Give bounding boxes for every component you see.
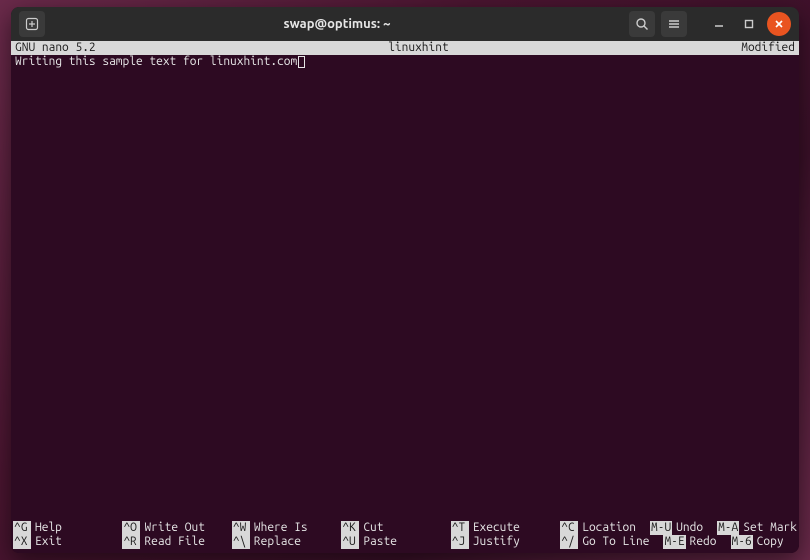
key-meta-u: M-U <box>650 521 672 535</box>
key-meta-a: M-A <box>717 521 739 535</box>
key-ctrl-backslash: ^\ <box>232 535 250 549</box>
text-cursor <box>298 56 305 68</box>
key-ctrl-x: ^X <box>13 535 31 549</box>
key-ctrl-g: ^G <box>13 521 31 535</box>
nano-shortcut-bar: ^GHelp ^OWrite Out ^WWhere Is ^KCut ^TEx… <box>11 521 799 553</box>
maximize-icon <box>744 19 754 29</box>
nano-filename: linuxhint <box>96 41 742 55</box>
key-meta-6: M-6 <box>731 535 753 549</box>
shortcut-exit: ^XExit <box>13 535 122 549</box>
search-button[interactable] <box>629 11 655 37</box>
maximize-button[interactable] <box>737 12 761 36</box>
shortcut-justify: ^JJustify <box>451 535 560 549</box>
shortcut-cut: ^KCut <box>341 521 450 535</box>
search-icon <box>635 17 649 31</box>
shortcut-replace: ^\Replace <box>232 535 341 549</box>
key-ctrl-r: ^R <box>122 535 140 549</box>
nano-app-name: GNU nano 5.2 <box>15 41 96 55</box>
shortcut-whereis: ^WWhere Is <box>232 521 341 535</box>
shortcut-paste: ^UPaste <box>341 535 450 549</box>
terminal-window: swap@optimus: ~ <box>11 7 799 553</box>
shortcut-execute: ^TExecute <box>451 521 560 535</box>
window-titlebar: swap@optimus: ~ <box>11 7 799 41</box>
shortcut-gotoline-redo-copy: ^/Go To Line M-ERedo M-6Copy <box>560 535 797 549</box>
key-ctrl-c: ^C <box>560 521 578 535</box>
nano-status: Modified <box>741 41 795 55</box>
shortcut-help: ^GHelp <box>13 521 122 535</box>
nano-titlebar: GNU nano 5.2 linuxhint Modified <box>11 41 799 55</box>
shortcut-location-undo-setmark: ^CLocation M-UUndo M-ASet Mark <box>560 521 797 535</box>
key-meta-e: M-E <box>663 535 685 549</box>
key-ctrl-k: ^K <box>341 521 359 535</box>
key-ctrl-slash: ^/ <box>560 535 578 549</box>
minimize-button[interactable] <box>707 12 731 36</box>
new-tab-icon <box>25 17 39 31</box>
key-ctrl-u: ^U <box>341 535 359 549</box>
key-ctrl-j: ^J <box>451 535 469 549</box>
hamburger-icon <box>667 17 681 31</box>
editor-line-1: Writing this sample text for linuxhint.c… <box>15 55 297 68</box>
nano-editor-area[interactable]: Writing this sample text for linuxhint.c… <box>11 55 799 521</box>
window-title: swap@optimus: ~ <box>51 17 623 31</box>
close-icon <box>774 19 784 29</box>
shortcut-writeout: ^OWrite Out <box>122 521 231 535</box>
new-tab-button[interactable] <box>19 11 45 37</box>
close-button[interactable] <box>767 12 791 36</box>
key-ctrl-w: ^W <box>232 521 250 535</box>
shortcut-readfile: ^RRead File <box>122 535 231 549</box>
menu-button[interactable] <box>661 11 687 37</box>
terminal-body[interactable]: GNU nano 5.2 linuxhint Modified Writing … <box>11 41 799 553</box>
minimize-icon <box>714 19 724 29</box>
key-ctrl-t: ^T <box>451 521 469 535</box>
key-ctrl-o: ^O <box>122 521 140 535</box>
